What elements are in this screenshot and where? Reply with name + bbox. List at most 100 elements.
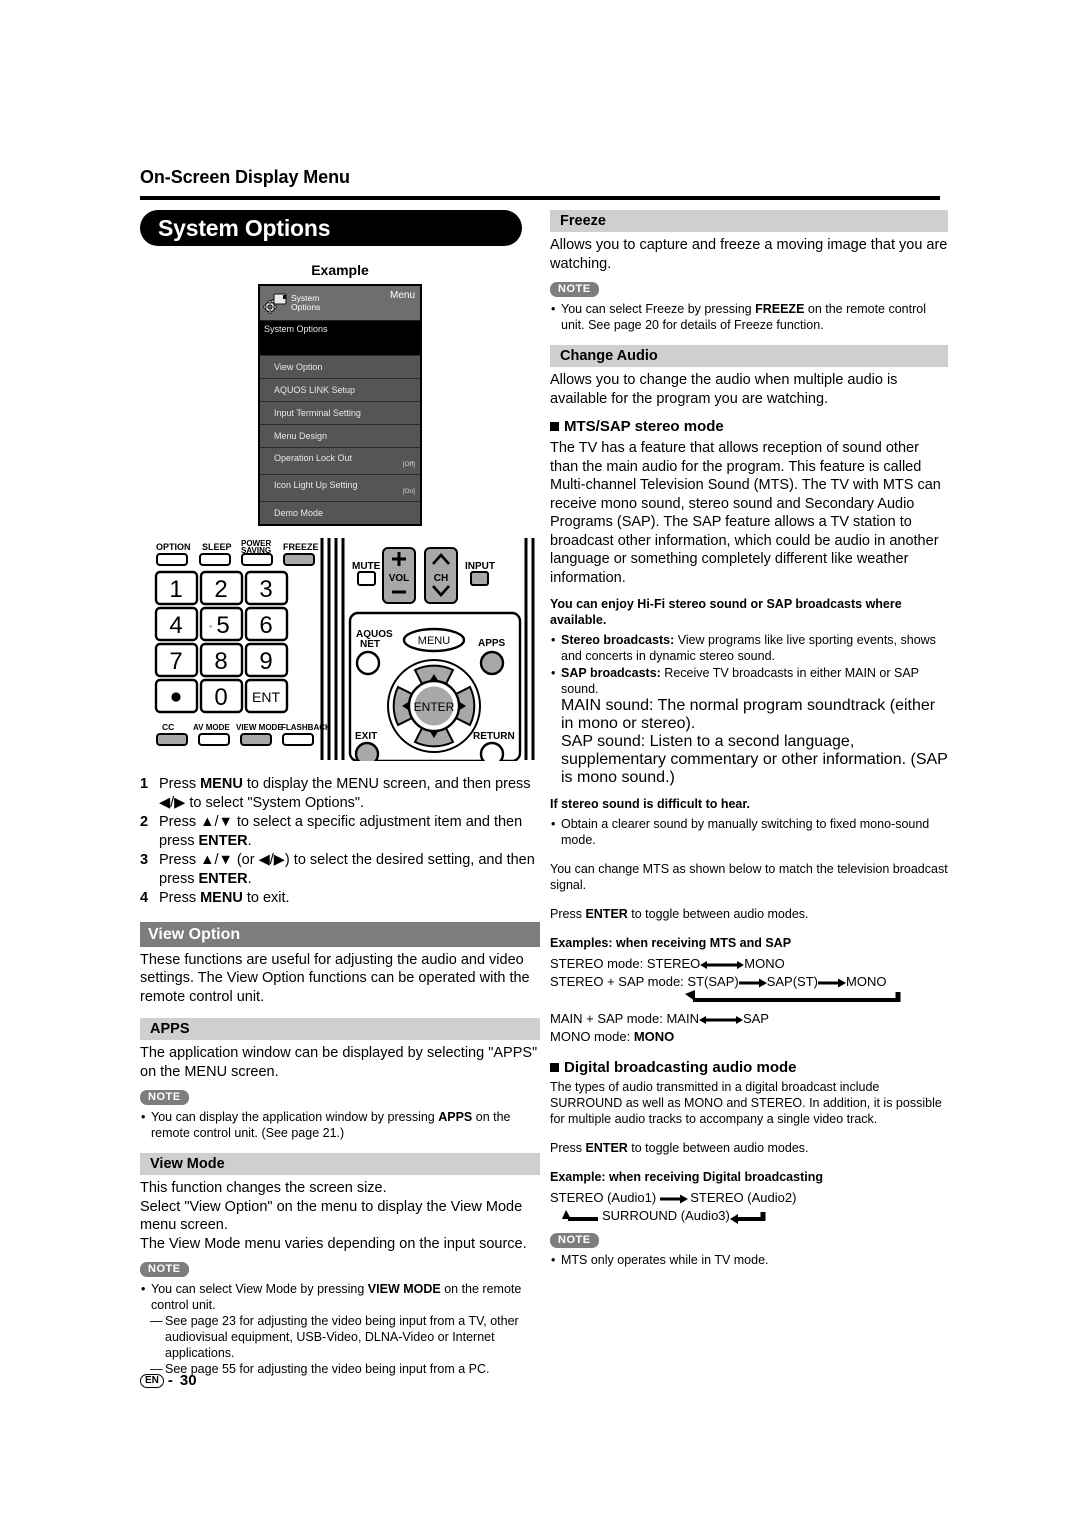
page-title: System Options xyxy=(140,210,522,246)
mts-loopback-arrow xyxy=(550,990,948,1006)
mts-row-main-sap-label: MAIN + SAP mode: xyxy=(550,1011,663,1026)
mts-row-mono-value: MONO xyxy=(633,1029,675,1044)
section-header-view-option: View Option xyxy=(140,921,540,947)
svg-text:INPUT: INPUT xyxy=(465,561,495,572)
dash-item: See page 23 for adjusting the video bein… xyxy=(150,1313,540,1361)
mts-row-mono-label: MONO mode: xyxy=(550,1029,631,1044)
section-header-view-mode: View Mode xyxy=(140,1153,540,1175)
digital-audio3: SURROUND (Audio3) xyxy=(602,1208,730,1223)
mts-row-stereo-to: MONO xyxy=(744,956,785,971)
loop-left-arrow-icon xyxy=(729,1211,766,1224)
sap-detail-line: SAP sound: Listen to a second language, … xyxy=(561,733,948,786)
digital-line-2: SURROUND (Audio3) xyxy=(562,1207,948,1224)
change-audio-body: Allows you to change the audio when mult… xyxy=(550,372,898,407)
osd-item-value: [On] xyxy=(402,488,415,495)
manual-page: On-Screen Display Menu System Options Ex… xyxy=(0,0,1080,1527)
instruction-step: 4 Press MENU to exit. xyxy=(140,889,540,908)
mts-sap-body: The TV has a feature that allows recepti… xyxy=(550,440,941,586)
digital-body: The types of audio transmitted in a digi… xyxy=(550,1080,942,1126)
osd-example-panel: System Options Menu System Options View … xyxy=(258,284,422,526)
instruction-step: 2 Press ▲/▼ to select a specific adjustme… xyxy=(140,813,540,850)
svg-text:MUTE: MUTE xyxy=(352,561,381,572)
osd-item[interactable]: AQUOS LINK Setup xyxy=(260,378,420,401)
step-number: 1 xyxy=(140,776,149,792)
mts-row-mono: MONO mode: MONO xyxy=(550,1028,948,1045)
right-arrow-icon-2 xyxy=(818,978,847,988)
step-text: Press MENU to display the MENU screen, a… xyxy=(159,776,531,811)
right-arrow-icon xyxy=(738,978,767,988)
osd-item-label: Icon Light Up Setting xyxy=(274,480,358,490)
mts-row-stereo-sap-b: SAP(ST) xyxy=(766,974,819,989)
mts-bullet: Stereo broadcasts: View programs like li… xyxy=(550,632,948,664)
digital-note-list: MTS only operates while in TV mode. xyxy=(550,1252,948,1268)
digital-audio2: STEREO (Audio2) xyxy=(690,1190,797,1205)
mts-row-stereo: STEREO mode: STEREO MONO xyxy=(550,955,948,972)
apps-body: The application window can be displayed … xyxy=(140,1045,538,1080)
step-number: 4 xyxy=(140,890,149,906)
dash-item: See page 55 for adjusting the video bein… xyxy=(150,1361,540,1377)
mts-bullet-list: Stereo broadcasts: View programs like li… xyxy=(550,632,948,697)
osd-current-section: System Options xyxy=(260,321,420,355)
mts-bullet: SAP broadcasts: Receive TV broadcasts in… xyxy=(550,665,948,697)
svg-text:6: 6 xyxy=(259,612,272,639)
note-item: MTS only operates while in TV mode. xyxy=(550,1252,948,1268)
section-header-apps: APPS xyxy=(140,1018,540,1040)
freeze-note-list: You can select Freeze by pressing FREEZE… xyxy=(550,301,948,333)
osd-item[interactable]: Menu Design xyxy=(260,424,420,447)
osd-item[interactable]: Demo Mode xyxy=(260,501,420,524)
osd-item[interactable]: Operation Lock Out [Off] xyxy=(260,447,420,474)
osd-item-label: AQUOS LINK Setup xyxy=(274,385,356,395)
osd-item-label: View Option xyxy=(274,362,323,372)
svg-text:0: 0 xyxy=(214,684,227,711)
system-options-gear-icon xyxy=(263,292,289,314)
osd-item[interactable]: Input Terminal Setting xyxy=(260,401,420,424)
svg-text:EXIT: EXIT xyxy=(355,731,377,742)
remote-control-illustration: OPTION SLEEP POWER SAVING FREEZE 1 2 3 4… xyxy=(140,536,540,767)
svg-text:ENTER: ENTER xyxy=(414,700,455,714)
step-text: Press MENU to exit. xyxy=(159,890,290,906)
osd-item[interactable]: View Option xyxy=(260,355,420,378)
svg-text:CH: CH xyxy=(434,573,448,584)
subsection-digital: Digital broadcasting audio mode xyxy=(550,1059,948,1076)
sap-detail-line: MAIN sound: The normal program soundtrac… xyxy=(561,697,936,732)
osd-title: System Options xyxy=(291,293,320,313)
header-rule xyxy=(140,196,940,200)
note-badge-digital: NOTE xyxy=(550,1233,599,1248)
svg-text:OPTION: OPTION xyxy=(156,542,191,552)
note-badge-freeze: NOTE xyxy=(550,282,599,297)
svg-text:VIEW MODE: VIEW MODE xyxy=(236,723,283,732)
note-badge-view-mode: NOTE xyxy=(140,1262,189,1277)
view-option-body: These functions are useful for adjusting… xyxy=(140,951,530,1005)
mts-row-stereo-sap-c: MONO xyxy=(846,974,887,989)
mts-examples-head: Examples: when receiving MTS and SAP xyxy=(550,936,792,950)
osd-item-label: Demo Mode xyxy=(274,508,324,518)
svg-text:1: 1 xyxy=(169,576,182,603)
svg-text:9: 9 xyxy=(259,648,272,675)
digital-example-head: Example: when receiving Digital broadcas… xyxy=(550,1170,823,1184)
svg-text:4: 4 xyxy=(169,612,182,639)
svg-text:7: 7 xyxy=(169,648,182,675)
mts-row-main-sap-to: SAP xyxy=(742,1011,769,1026)
step-number: 2 xyxy=(140,814,149,830)
svg-text:RETURN: RETURN xyxy=(473,731,515,742)
step-number: 3 xyxy=(140,852,149,868)
view-mode-body-text: This function changes the screen size. Se… xyxy=(140,1180,527,1252)
mts-row-stereo-sap-a: ST(SAP) xyxy=(687,974,739,989)
language-badge: EN xyxy=(140,1373,164,1388)
square-bullet-icon-2 xyxy=(550,1063,559,1072)
section-header-freeze: Freeze xyxy=(550,210,948,232)
step-text: Press ▲/▼ to select a specific adjustmen… xyxy=(159,814,523,849)
loopback-arrow-icon xyxy=(685,990,901,1002)
svg-text:APPS: APPS xyxy=(478,638,506,649)
difficult-hear-head: If stereo sound is difficult to hear. xyxy=(550,797,751,811)
footer-separator: - xyxy=(167,1372,173,1389)
digital-line-1: STEREO (Audio1) STEREO (Audio2) xyxy=(550,1189,948,1206)
svg-text:CC: CC xyxy=(162,722,174,732)
double-arrow-icon-2 xyxy=(698,1015,743,1024)
osd-item[interactable]: Icon Light Up Setting [On] xyxy=(260,474,420,501)
subsection-mts-sap: MTS/SAP stereo mode xyxy=(550,418,948,435)
digital-enter-toggle: Press ENTER to toggle between audio mode… xyxy=(550,1141,809,1155)
instruction-step: 3 Press ▲/▼ (or ◀/▶) to select the desire… xyxy=(140,851,540,888)
difficult-bullet: Obtain a clearer sound by manually switc… xyxy=(550,816,948,848)
running-head: On-Screen Display Menu xyxy=(140,167,350,187)
